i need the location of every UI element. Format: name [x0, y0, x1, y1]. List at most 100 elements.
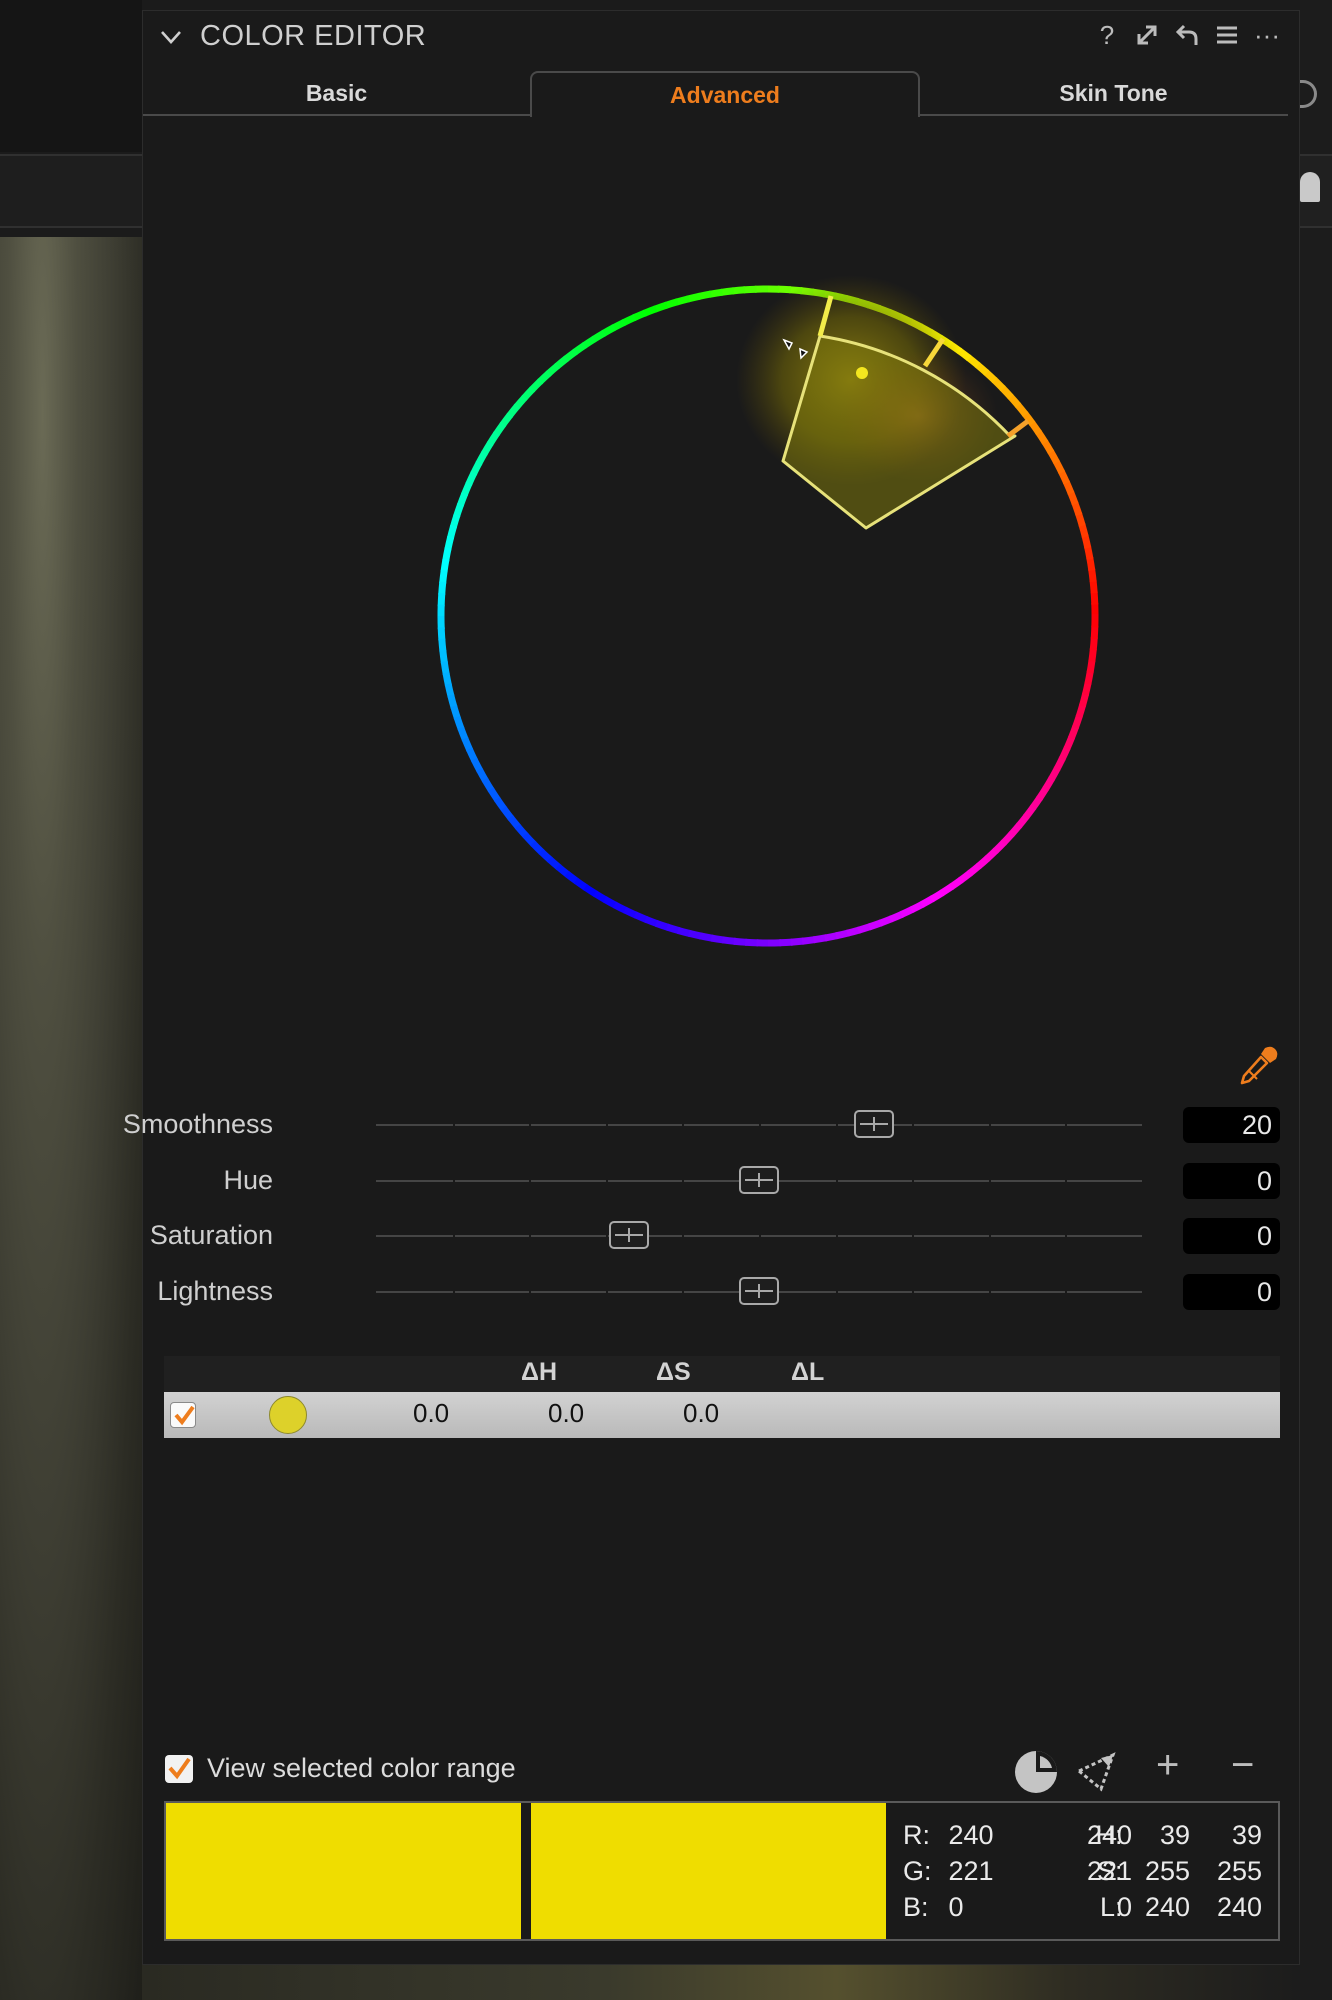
column-delta-hue: ΔH: [521, 1358, 558, 1386]
hue-ring-segment: [1090, 591, 1099, 605]
hue-ring-segment: [1086, 659, 1096, 674]
hue-ring-segment: [967, 862, 982, 877]
tab-basic[interactable]: Basic: [143, 71, 530, 116]
hue-ring-segment: [461, 737, 474, 753]
maximize-icon[interactable]: [1133, 21, 1161, 49]
slider-handle[interactable]: [853, 1110, 894, 1138]
hue-ring-segment: [984, 847, 999, 862]
slider-tick: [452, 1118, 455, 1132]
reset-icon[interactable]: [1173, 21, 1201, 49]
delta-saturation-value: 0.0: [548, 1398, 585, 1428]
hue-ring-segment: [1067, 725, 1080, 740]
hue-ring-segment: [1015, 813, 1030, 829]
hue-ring-segment: [878, 915, 894, 927]
background-photo-bottom: [142, 1965, 1300, 2000]
hue-ring-segment: [453, 502, 465, 518]
background-toolbar: [0, 0, 142, 152]
slider-tick: [988, 1174, 991, 1188]
adjusted-color-swatch: [531, 1803, 886, 1939]
readout-value: 240: [1144, 1892, 1190, 1922]
hue-ring-segment: [688, 929, 703, 940]
slider-value-field[interactable]: 0: [1183, 1274, 1280, 1310]
hue-ring-segment: [1071, 501, 1083, 517]
slider-tick: [529, 1229, 532, 1243]
hue-ring-segment: [744, 938, 759, 947]
view-range-checkbox[interactable]: [165, 1755, 193, 1783]
hue-ring-segment: [790, 937, 805, 946]
hue-ring-segment: [664, 298, 679, 309]
hue-ring-segment: [500, 806, 515, 821]
eyedropper-icon[interactable]: [1235, 1043, 1281, 1089]
pie-selection-icon[interactable]: [1013, 1749, 1059, 1795]
range-handle-right[interactable]: [1006, 419, 1030, 438]
hue-ring-segment: [1014, 402, 1029, 417]
hue-ring-segment: [438, 638, 447, 653]
readout-value: 39: [1231, 1820, 1262, 1850]
hue-ring-segment: [521, 386, 536, 401]
hue-ring-segment: [572, 342, 588, 356]
hue-ring-segment: [453, 715, 465, 731]
slider-track[interactable]: [376, 1229, 1142, 1243]
add-color-button[interactable]: +: [1156, 1743, 1179, 1788]
hue-ring-segment: [470, 460, 483, 476]
hue-ring-segment: [835, 929, 850, 940]
hue-ring-segment: [440, 558, 450, 573]
hue-ring-segment: [801, 936, 816, 945]
slider-track[interactable]: [376, 1118, 1142, 1132]
help-icon[interactable]: ?: [1093, 20, 1121, 50]
hue-ring-segment: [513, 394, 528, 410]
hue-ring-segment: [699, 932, 714, 942]
hue-ring-segment: [555, 863, 571, 878]
hue-ring-segment: [846, 926, 861, 937]
tab-advanced[interactable]: Advanced: [530, 71, 920, 117]
slider-handle[interactable]: [739, 1277, 779, 1305]
color-editor-panel: COLOR EDITOR ? ··· Basic Advanced Skin T…: [123, 10, 1300, 1965]
slider-tick: [988, 1118, 991, 1132]
color-wheel[interactable]: [388, 236, 1148, 996]
table-row[interactable]: 0.0 0.0 0.0: [164, 1392, 1280, 1438]
hue-ring-segment: [481, 777, 495, 793]
more-icon[interactable]: ···: [1253, 20, 1281, 50]
menu-icon[interactable]: [1213, 21, 1241, 49]
slider-value-field[interactable]: 20: [1183, 1107, 1280, 1143]
hue-ring-segment: [1047, 449, 1060, 465]
slider-handle[interactable]: [739, 1166, 779, 1194]
swatch-divider: [521, 1803, 531, 1939]
hue-ring-segment: [1089, 579, 1098, 594]
hue-ring-segment: [602, 896, 618, 909]
chevron-down-icon[interactable]: [159, 25, 183, 49]
color-range-selection-icon[interactable]: [1073, 1749, 1119, 1795]
hue-ring-segment: [1078, 692, 1090, 708]
row-enable-checkbox[interactable]: [170, 1402, 196, 1428]
hue-ring-segment: [975, 855, 991, 870]
slider-handle[interactable]: [608, 1221, 649, 1249]
hue-ring-segment: [633, 911, 649, 924]
hue-ring-segment: [480, 440, 494, 456]
hue-ring-segment: [442, 547, 452, 562]
slider-tick: [835, 1229, 838, 1243]
slider-value-field[interactable]: 0: [1183, 1218, 1280, 1254]
hue-ring-segment: [611, 318, 627, 332]
hue-ring-segment: [554, 355, 569, 370]
slider-value-field[interactable]: 0: [1183, 1163, 1280, 1199]
slider-tick: [452, 1174, 455, 1188]
slider-tick: [1065, 1285, 1068, 1299]
hue-ring-segment: [487, 787, 501, 803]
hue-ring-segment: [653, 301, 669, 313]
readout-value: 255: [1216, 1856, 1262, 1886]
readout-value: 221: [948, 1856, 994, 1886]
hue-ring-segment: [499, 412, 514, 428]
remove-color-button[interactable]: −: [1231, 1743, 1254, 1788]
hue-ring-segment: [676, 926, 692, 938]
slider-tick: [682, 1118, 685, 1132]
hue-ring-segment: [1075, 512, 1086, 527]
hue-ring-segment: [813, 934, 828, 944]
slider-tick: [912, 1118, 915, 1132]
hue-ring-segment: [991, 377, 1006, 392]
tab-skin-tone[interactable]: Skin Tone: [920, 71, 1307, 116]
hue-ring-segment: [939, 883, 955, 897]
hue-ring-segment: [545, 362, 561, 377]
readout-value: 240: [948, 1820, 994, 1850]
readout-label: B:: [903, 1892, 929, 1922]
selected-color-point[interactable]: [856, 367, 868, 379]
